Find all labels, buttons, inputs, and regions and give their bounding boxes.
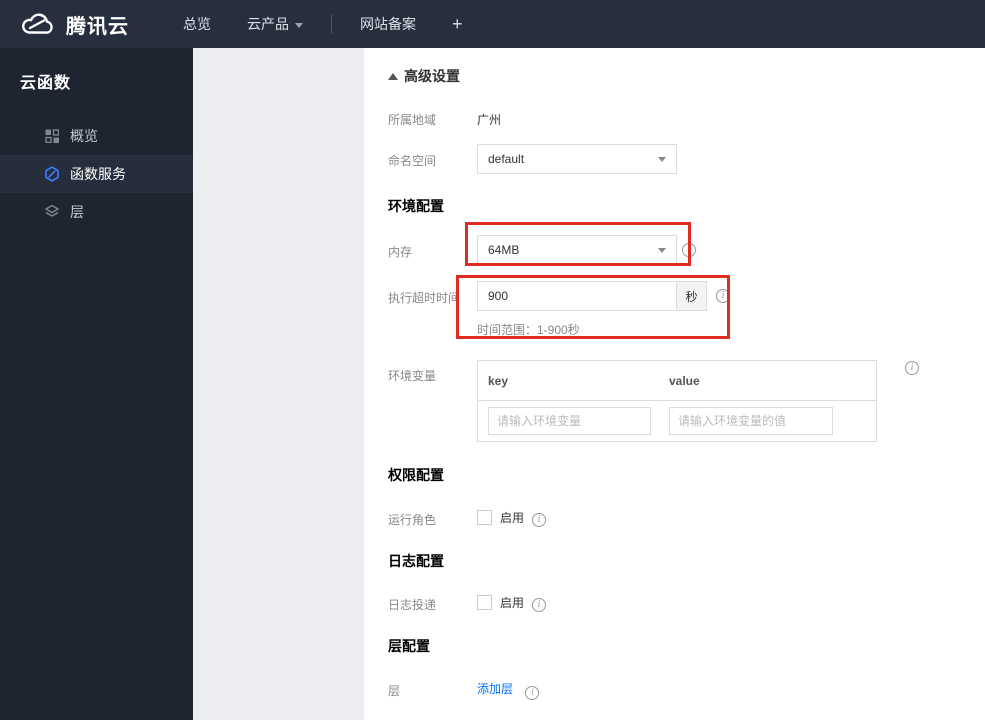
nav-item-cloud-products[interactable]: 云产品 — [247, 14, 303, 34]
memory-select[interactable]: 64MB — [477, 235, 677, 265]
env-vars-table: key value — [477, 360, 877, 442]
add-tab-button[interactable]: + — [452, 14, 463, 35]
run-role-checkbox-label: 启用 — [500, 511, 525, 525]
advanced-settings-label: 高级设置 — [404, 68, 460, 84]
sidebar-item-overview[interactable]: 概览 — [0, 117, 193, 155]
log-delivery-info-icon[interactable] — [532, 598, 547, 612]
log-delivery-label: 日志投递 — [388, 598, 437, 612]
memory-label: 内存 — [388, 245, 413, 259]
env-vars-info-icon[interactable] — [905, 361, 919, 375]
layer-config-header: 层配置 — [388, 638, 430, 654]
nav-item-cloud-products-label: 云产品 — [247, 16, 289, 32]
timeout-label: 执行超时时间 — [388, 291, 461, 305]
run-role-info-icon[interactable] — [532, 513, 547, 527]
page: 腾讯云 总览 云产品 网站备案 + 云函数 概览 函数服务 层 高级设置 所属地… — [0, 0, 985, 720]
nav-item-icp-filing[interactable]: 网站备案 — [360, 14, 416, 34]
add-layer-link[interactable]: 添加层 — [477, 682, 513, 696]
sidebar-title: 云函数 — [20, 75, 72, 92]
env-vars-header-row: key value — [478, 361, 876, 401]
run-role-enable-row: 启用 — [477, 509, 547, 527]
cloud-logo-icon — [22, 13, 53, 34]
log-config-header: 日志配置 — [388, 553, 444, 569]
layers-icon — [44, 204, 60, 220]
namespace-select[interactable]: default — [477, 144, 677, 174]
secondary-panel — [193, 48, 364, 720]
env-config-header: 环境配置 — [388, 198, 444, 214]
env-vars-key-header: key — [488, 373, 509, 388]
permission-config-header: 权限配置 — [388, 467, 444, 483]
sidebar-item-label: 函数服务 — [70, 166, 126, 182]
env-var-value-input[interactable] — [669, 407, 833, 435]
add-layer-info-icon[interactable] — [525, 686, 540, 700]
namespace-selected-value: default — [488, 152, 525, 166]
log-delivery-checkbox[interactable] — [477, 595, 492, 610]
layer-add-row: 添加层 — [477, 680, 540, 700]
navbar-menu: 总览 云产品 网站备案 + — [165, 14, 481, 35]
sidebar: 云函数 概览 函数服务 层 — [0, 48, 193, 720]
log-delivery-enable-row: 启用 — [477, 594, 547, 612]
sidebar-item-layers[interactable]: 层 — [0, 193, 193, 231]
timeout-unit-suffix: 秒 — [677, 281, 707, 311]
nav-item-overview[interactable]: 总览 — [183, 14, 211, 34]
env-var-key-input[interactable] — [488, 407, 651, 435]
layer-label: 层 — [388, 684, 401, 698]
memory-selected-value: 64MB — [488, 243, 520, 257]
log-delivery-checkbox-label: 启用 — [500, 596, 525, 610]
chevron-down-icon — [295, 22, 303, 28]
sidebar-item-label: 概览 — [70, 128, 98, 144]
env-vars-input-row — [478, 401, 876, 441]
timeout-info-icon[interactable] — [716, 289, 730, 303]
function-config-form: 高级设置 所属地域 广州 命名空间 default 环境配置 内存 64MB 执… — [364, 48, 985, 720]
region-value: 广州 — [477, 113, 502, 127]
env-vars-label: 环境变量 — [388, 369, 437, 383]
run-role-label: 运行角色 — [388, 513, 437, 527]
chevron-down-icon — [658, 247, 666, 253]
collapse-triangle-icon — [388, 73, 398, 80]
timeout-hint: 时间范围：1-900秒 — [477, 323, 580, 337]
chevron-down-icon — [658, 156, 666, 162]
namespace-label: 命名空间 — [388, 154, 437, 168]
run-role-checkbox[interactable] — [477, 510, 492, 525]
sidebar-item-label: 层 — [70, 204, 84, 220]
memory-info-icon[interactable] — [682, 243, 696, 257]
navbar-divider — [331, 14, 332, 34]
grid-icon — [44, 128, 60, 144]
sidebar-menu: 概览 函数服务 层 — [0, 117, 193, 231]
advanced-settings-toggle[interactable]: 高级设置 — [388, 66, 460, 86]
tencent-cloud-logo[interactable]: 腾讯云 — [20, 10, 129, 39]
function-hexagon-icon — [44, 166, 60, 182]
timeout-input[interactable] — [477, 281, 677, 311]
top-navbar: 腾讯云 总览 云产品 网站备案 + — [0, 0, 985, 48]
brand-name: 腾讯云 — [66, 15, 129, 38]
env-vars-value-header: value — [669, 373, 700, 388]
region-label: 所属地域 — [388, 113, 437, 127]
sidebar-item-function-service[interactable]: 函数服务 — [0, 155, 193, 193]
